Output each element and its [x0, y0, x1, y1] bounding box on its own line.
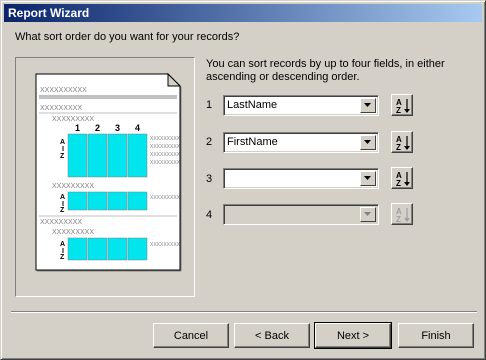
sort-field-3-number: 3	[206, 173, 213, 185]
back-button[interactable]: < Back	[234, 323, 310, 348]
window-title: Report Wizard	[8, 6, 90, 20]
sort-field-1-order-button[interactable]: A Z	[391, 94, 413, 116]
footer-separator	[11, 311, 477, 313]
preview-row-1a: XXXXXXXXX	[150, 136, 181, 142]
report-preview-panel: XXXXXXXXXX XXXXXXXXX XXXXXXXXX 1 2 3 4 X…	[15, 57, 195, 297]
preview-row-1c: XXXXXXXXX	[150, 152, 181, 158]
sort-field-4-number: 4	[206, 209, 213, 221]
preview-col-2: 2	[95, 123, 100, 133]
svg-text:Z: Z	[396, 215, 401, 224]
preview-row-1d: XXXXXXXXX	[150, 160, 181, 166]
preview-col-1: 1	[75, 123, 80, 133]
preview-sort-a-2: A	[60, 194, 65, 201]
preview-sort-z-2: Z	[60, 207, 65, 214]
sort-field-4-order-button: A Z	[391, 203, 413, 225]
chevron-down-icon	[364, 176, 371, 180]
sort-field-2-value: FirstName	[227, 136, 278, 148]
preview-row-3a: XXXXXXXXX	[150, 242, 181, 248]
sort-field-1-dropdown-button[interactable]	[360, 98, 376, 113]
title-bar: Report Wizard	[4, 4, 482, 22]
chevron-down-icon	[364, 212, 371, 216]
sort-ascending-icon: A Z	[396, 135, 410, 152]
preview-sort-a-3: A	[60, 241, 65, 248]
sort-field-1-number: 1	[206, 99, 213, 111]
cancel-button[interactable]: Cancel	[153, 323, 229, 348]
report-wizard-window: Report Wizard What sort order do you wan…	[0, 0, 486, 360]
preview-header-text: XXXXXXXXXX	[40, 87, 87, 94]
finish-button[interactable]: Finish	[398, 323, 474, 348]
preview-group-text-2: XXXXXXXXX	[52, 116, 94, 123]
svg-text:Z: Z	[396, 143, 401, 152]
chevron-down-icon	[364, 140, 371, 144]
sort-field-1-select[interactable]: LastName	[223, 95, 379, 116]
preview-sort-z-1: Z	[60, 153, 65, 160]
sort-description: You can sort records by up to four field…	[206, 58, 445, 83]
preview-group-text-1: XXXXXXXXX	[40, 105, 82, 112]
sort-ascending-icon: A Z	[396, 171, 410, 188]
preview-sort-a-1: A	[60, 139, 65, 146]
preview-row-2a: XXXXXXXXX	[150, 195, 181, 201]
sort-field-1-value: LastName	[227, 99, 278, 111]
sort-field-3-dropdown-button[interactable]	[360, 171, 376, 186]
sort-ascending-icon: A Z	[396, 98, 410, 115]
sort-field-2-number: 2	[206, 136, 213, 148]
svg-text:Z: Z	[396, 106, 401, 115]
sort-ascending-icon: A Z	[396, 207, 410, 224]
preview-col-3: 3	[115, 123, 120, 133]
sort-field-3-order-button[interactable]: A Z	[391, 167, 413, 189]
preview-group-text-4: XXXXXXXXX	[40, 219, 82, 226]
sort-field-2-select[interactable]: FirstName	[223, 132, 379, 153]
sort-field-4-select	[223, 204, 379, 225]
sort-field-2-dropdown-button[interactable]	[360, 135, 376, 150]
next-button[interactable]: Next >	[314, 322, 392, 349]
sort-field-3-select[interactable]	[223, 168, 379, 189]
sort-field-2-order-button[interactable]: A Z	[391, 131, 413, 153]
wizard-question: What sort order do you want for your rec…	[15, 31, 240, 43]
preview-group-text-5: XXXXXXXXX	[52, 229, 94, 236]
preview-sort-z-3: Z	[60, 254, 65, 261]
sort-field-4-dropdown-button	[360, 207, 376, 222]
preview-row-1b: XXXXXXXXX	[150, 144, 181, 150]
report-preview-image: XXXXXXXXXX XXXXXXXXX XXXXXXXXX 1 2 3 4 X…	[35, 72, 182, 272]
preview-group-text-3: XXXXXXXXX	[52, 183, 94, 190]
chevron-down-icon	[364, 103, 371, 107]
preview-col-4: 4	[135, 123, 140, 133]
svg-text:Z: Z	[396, 179, 401, 188]
